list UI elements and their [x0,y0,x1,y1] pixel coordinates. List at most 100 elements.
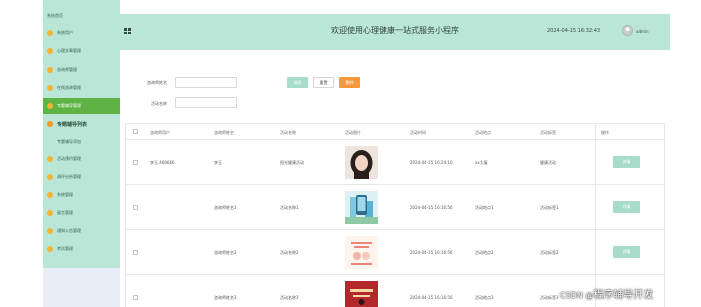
activity-image [345,236,378,269]
cell-time: 2024-04-15 16:24:10 [410,160,453,165]
cell-place: 活动地点3 [475,295,494,300]
gear-icon [47,228,53,234]
location-pin-icon [47,121,53,127]
sidebar-item-notices[interactable]: 通知公告管理 [43,223,120,239]
cell-activity: 活动名称1 [280,205,299,210]
search-button[interactable]: 搜索 [287,77,308,88]
chart-icon [47,48,53,54]
row-checkbox[interactable] [133,160,138,165]
activity-image [345,281,378,307]
cell-tag: 健康活动 [540,160,556,165]
table-header-row: 咨询师用户 咨询师姓名 活动名称 活动图片 活动时间 活动地点 活动标签 操作 [126,123,664,140]
row-checkbox[interactable] [133,295,138,300]
sidebar-item-label: 系统用户 [57,30,73,35]
cell-name: 咨询师姓名2 [214,250,237,255]
user-icon [47,30,53,36]
cell-time: 2024-04-15 16:16:56 [410,250,453,255]
cell-time: 2024-04-15 16:16:56 [410,205,453,210]
col-header-user: 咨询师用户 [150,130,170,135]
sidebar-footer [43,268,120,307]
sidebar-item-label: 专题辅导列表 [57,121,88,128]
data-table: 咨询师用户 咨询师姓名 活动名称 活动图片 活动时间 活动地点 活动标签 操作 … [125,123,665,307]
sidebar-item-articles[interactable]: 心理文章管理 [43,43,120,59]
table-row: 李玉.466666 李玉 阳光健康活动 2024-04-15 16:24:10 … [126,140,664,185]
avatar[interactable] [622,25,633,36]
username-label[interactable]: admin [636,29,649,34]
detail-button[interactable]: 详情 [613,201,640,213]
top-header: 欢迎使用心理健康一站式服务小程序 2024-04-15 16:32:43 adm… [120,14,670,50]
folder-icon [47,67,53,73]
sidebar-item-activity-booking[interactable]: 活动预约管理 [43,151,120,167]
cell-tag: 活动标签1 [540,205,559,210]
folder-icon [47,103,53,109]
settings-icon [47,156,53,162]
col-header-time: 活动时间 [410,130,426,135]
cell-name: 咨询师姓名1 [214,205,237,210]
sidebar-item-label: 专题辅导管理 [57,103,81,108]
sidebar-item-online-consult[interactable]: 在线咨询管理 [43,80,120,96]
cell-name: 咨询师姓名3 [214,295,237,300]
col-header-action: 操作 [601,130,609,135]
detail-button[interactable]: 详情 [613,156,640,168]
sidebar-item-label: 系统首页 [47,13,63,18]
activity-name-label: 活动名称 [151,101,167,106]
cell-name: 李玉 [214,160,222,165]
sidebar-item-label: 测评分析管理 [57,174,81,179]
gear-icon [47,85,53,91]
detail-button[interactable]: 详情 [613,246,640,258]
cell-activity: 活动名称2 [280,250,299,255]
csdn-watermark: CSDN @程序辅导开发 [560,290,654,301]
sidebar-item-label: 咨询师管理 [57,67,77,72]
main-content: 咨询师姓名 活动名称 搜索 重置 删除 咨询师用户 咨询师姓名 活动名称 活动图… [120,50,670,307]
col-header-tag: 活动标签 [540,130,556,135]
cell-activity: 活动名称3 [280,295,299,300]
sidebar: 系统首页 系统用户 心理文章管理 咨询师管理 在线咨询管理 专题辅导管理 专题辅… [43,0,120,307]
cell-place: 活动地点1 [475,205,494,210]
sidebar-item-topic-list[interactable]: 专题辅导列表 [43,116,120,132]
cell-user: 李玉.466666 [150,160,175,165]
counselor-name-label: 咨询师姓名 [147,80,167,85]
cell-tag: 活动标签2 [540,250,559,255]
cell-time: 2024-04-15 16:16:56 [410,295,453,300]
gear-icon [47,246,53,252]
col-header-name: 咨询师姓名 [214,130,234,135]
app-root: 系统首页 系统用户 心理文章管理 咨询师管理 在线咨询管理 专题辅导管理 专题辅… [0,0,701,307]
cell-activity: 阳光健康活动 [280,160,304,165]
sidebar-item-label: 心理文章管理 [57,48,81,53]
activity-image [345,191,378,224]
cell-tag: 活动标签3 [540,295,559,300]
sidebar-item-users[interactable]: 系统用户 [43,25,120,41]
sidebar-item-label: 在线咨询管理 [57,85,81,90]
sidebar-item-assessment[interactable]: 测评分析管理 [43,169,120,185]
sidebar-item-label: 活动预约管理 [57,156,81,161]
chart-icon [47,174,53,180]
sidebar-item-topic-add[interactable]: 专题辅导添加 [43,134,120,150]
col-header-activity: 活动名称 [280,130,296,135]
sidebar-item-messages[interactable]: 留言管理 [43,205,120,221]
clock-text: 2024-04-15 16:32:43 [547,28,601,34]
table-row: 咨询师姓名2 活动名称2 2024-04-15 16:16:56 活动地点2 活… [126,230,664,275]
select-all-checkbox[interactable] [133,129,138,134]
sidebar-item-label: 系统管理 [57,192,73,197]
gear-icon [47,210,53,216]
sidebar-item-counselors[interactable]: 咨询师管理 [43,62,120,78]
sidebar-item-topic-guidance[interactable]: 专题辅导管理 [43,98,120,114]
activity-name-input[interactable] [175,97,237,108]
cell-place: xx大厦 [475,160,488,165]
sidebar-item-home[interactable]: 系统首页 [43,9,120,23]
column-divider [595,123,596,307]
counselor-name-input[interactable] [175,77,237,88]
table-row: 咨询师姓名1 活动名称1 2024-04-15 16:16:56 活动地点1 活… [126,185,664,230]
row-checkbox[interactable] [133,205,138,210]
gear-icon [47,192,53,198]
activity-image [345,146,378,179]
sidebar-item-label: 专题辅导添加 [57,139,81,144]
reset-button[interactable]: 重置 [313,77,334,88]
sidebar-item-exams[interactable]: 考试管理 [43,241,120,257]
cell-place: 活动地点2 [475,250,494,255]
delete-button[interactable]: 删除 [339,77,360,88]
row-checkbox[interactable] [133,250,138,255]
sidebar-item-system[interactable]: 系统管理 [43,187,120,203]
col-header-image: 活动图片 [345,130,361,135]
sidebar-item-label: 通知公告管理 [57,228,81,233]
